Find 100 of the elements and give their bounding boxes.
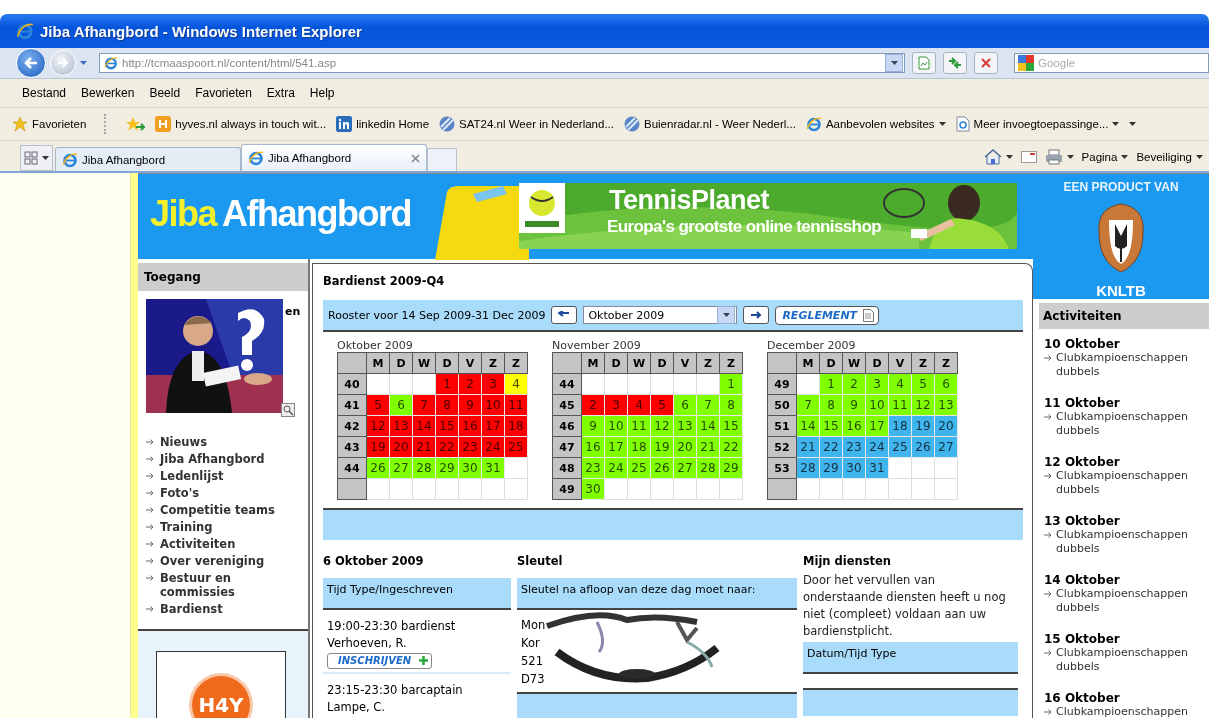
activity-link[interactable]: Clubkampioenschappen dubbels <box>1056 410 1209 438</box>
favorite-link[interactable]: Aanbevolen websites <box>805 116 946 132</box>
home-button[interactable] <box>983 149 1013 165</box>
weekday-header: D <box>650 352 674 374</box>
favorite-link[interactable]: SAT24.nl Weer in Nederland... <box>439 116 614 132</box>
weekday-header: M <box>796 352 820 374</box>
quick-tabs-button[interactable] <box>20 145 53 171</box>
weekday-header: D <box>865 352 889 374</box>
nav-link[interactable]: Foto's <box>160 485 200 500</box>
signup-button[interactable]: INSCHRIJVEN <box>327 652 433 669</box>
address-field[interactable]: http://tcmaaspoort.nl/content/html/541.asp <box>99 53 905 73</box>
weekday-header: W <box>842 352 866 374</box>
shift-text: 23:15-23:30 barcaptain <box>327 682 464 699</box>
favorites-button[interactable]: Favorieten <box>12 116 87 132</box>
week-number: 49 <box>552 478 582 500</box>
previous-button[interactable] <box>551 306 578 324</box>
activity-link[interactable]: Clubkampioenschappen dubbels <box>1056 587 1209 615</box>
refresh-button[interactable] <box>943 52 967 74</box>
arrow-icon <box>146 472 154 479</box>
menu-item[interactable]: Extra <box>266 86 295 100</box>
corner-cell <box>552 352 582 374</box>
member-name: Verhoeven, R. <box>327 635 408 652</box>
command-menu[interactable]: Beveiliging <box>1136 151 1203 163</box>
more-dropdown[interactable] <box>1129 122 1137 126</box>
banner-slogan: Europa's grootste online tennisshop <box>607 216 881 237</box>
nav-link[interactable]: Competitie teams <box>160 502 275 517</box>
print-button[interactable] <box>1044 149 1074 165</box>
address-dropdown[interactable] <box>885 54 903 72</box>
linkedin-icon <box>336 116 353 132</box>
weekday-header: V <box>888 352 912 374</box>
favorite-link[interactable]: Meer invoegtoepassinge... <box>955 116 1120 132</box>
ie-icon <box>805 116 822 132</box>
nav-link[interactable]: Activiteiten <box>160 536 236 551</box>
sponsor-caption: EEN PRODUCT VAN <box>1063 180 1179 194</box>
search-box[interactable]: Google <box>1014 53 1209 73</box>
nav-link[interactable]: Bestuur en commissies <box>160 570 296 599</box>
command-menu[interactable]: Pagina <box>1081 151 1129 163</box>
striped-globe-icon <box>623 116 640 132</box>
weekday-header: W <box>627 352 651 374</box>
weekday-header: D <box>435 352 459 374</box>
blank-day-cell <box>604 373 628 395</box>
table-header: Sleutel na afloop van deze dag moet naar: <box>517 578 797 610</box>
arrow-icon <box>146 605 154 612</box>
favorite-link[interactable]: Buienradar.nl - Weer Nederl... <box>623 116 796 132</box>
mail-icon[interactable] <box>1020 151 1037 163</box>
caret-icon <box>1129 122 1137 126</box>
close-icon[interactable] <box>411 153 420 163</box>
week-number: 45 <box>552 394 582 416</box>
document-icon <box>863 308 875 322</box>
activity-link[interactable]: Clubkampioenschappen dubbels <box>1056 528 1209 556</box>
menu-item[interactable]: Bestand <box>22 86 67 100</box>
week-number: 44 <box>552 373 582 395</box>
activity-link[interactable]: Clubkampioenschappen dubbels <box>1056 469 1209 497</box>
nav-link[interactable]: Ledenlijst <box>160 468 224 483</box>
activity-date: 15 Oktober <box>1044 632 1121 646</box>
browser-tab[interactable]: Jiba Afhangbord <box>55 147 241 171</box>
back-button[interactable] <box>16 48 46 78</box>
activity-link[interactable]: Clubkampioenschappen dubbels <box>1056 351 1209 379</box>
activity-link[interactable]: Clubkampioenschappen <box>1056 705 1189 718</box>
blank-week-cell <box>767 478 797 500</box>
nav-link[interactable]: Training <box>160 519 213 534</box>
caret-icon <box>890 61 898 65</box>
weekday-header: D <box>819 352 843 374</box>
favorite-link[interactable]: hyves.nl always in touch wit... <box>155 116 327 132</box>
nav-link[interactable]: Nieuws <box>160 434 208 449</box>
month-select[interactable]: Oktober 2009 <box>583 306 738 324</box>
week-number: 46 <box>552 415 582 437</box>
forward-arrow-icon <box>57 58 69 68</box>
weekday-header: Z <box>911 352 935 374</box>
arrow-icon <box>146 557 154 564</box>
menu-item[interactable]: Favorieten <box>195 86 252 100</box>
favorite-link[interactable]: linkedin Home <box>336 116 430 132</box>
menu-item[interactable]: Bewerken <box>81 86 135 100</box>
notice-text: Door het vervullen van onderstaande diensten heeft u nog niet (compleet) voldaan aan uw bardienstplicht. <box>803 572 1007 640</box>
compatibility-button[interactable] <box>912 52 936 74</box>
week-number: 49 <box>767 373 797 395</box>
menu-item[interactable]: Beeld <box>149 86 181 100</box>
blank-day-cell <box>796 373 820 395</box>
week-number: 52 <box>767 436 797 458</box>
nav-link[interactable]: Over vereniging <box>160 553 265 568</box>
menu-item[interactable]: Help <box>309 86 335 100</box>
sponsor-name: KNLTB <box>1096 282 1146 299</box>
week-number: 51 <box>767 415 797 437</box>
browser-tab[interactable]: Jiba Afhangbord <box>241 144 427 171</box>
next-button[interactable] <box>743 306 770 324</box>
weekday-header: V <box>458 352 482 374</box>
stop-button[interactable] <box>974 52 998 74</box>
activity-link[interactable]: Clubkampioenschappen dubbels <box>1056 646 1209 674</box>
add-favorite-icon[interactable] <box>125 116 146 132</box>
blank-day-cell <box>673 373 697 395</box>
nav-link[interactable]: Bardienst <box>160 601 223 616</box>
magnifier-icon[interactable] <box>281 403 295 417</box>
window-title: Jiba Afhangbord - Windows Internet Explorer <box>40 22 362 40</box>
table-header: Datum/Tijd Type <box>803 642 1018 674</box>
history-dropdown[interactable] <box>80 61 87 65</box>
nav-link[interactable]: Jiba Afhangbord <box>160 451 265 466</box>
week-number: 42 <box>337 415 367 437</box>
blank-day-cell <box>934 478 958 500</box>
arrow-icon <box>1044 591 1052 597</box>
rules-button[interactable]: REGLEMENT <box>775 305 880 325</box>
